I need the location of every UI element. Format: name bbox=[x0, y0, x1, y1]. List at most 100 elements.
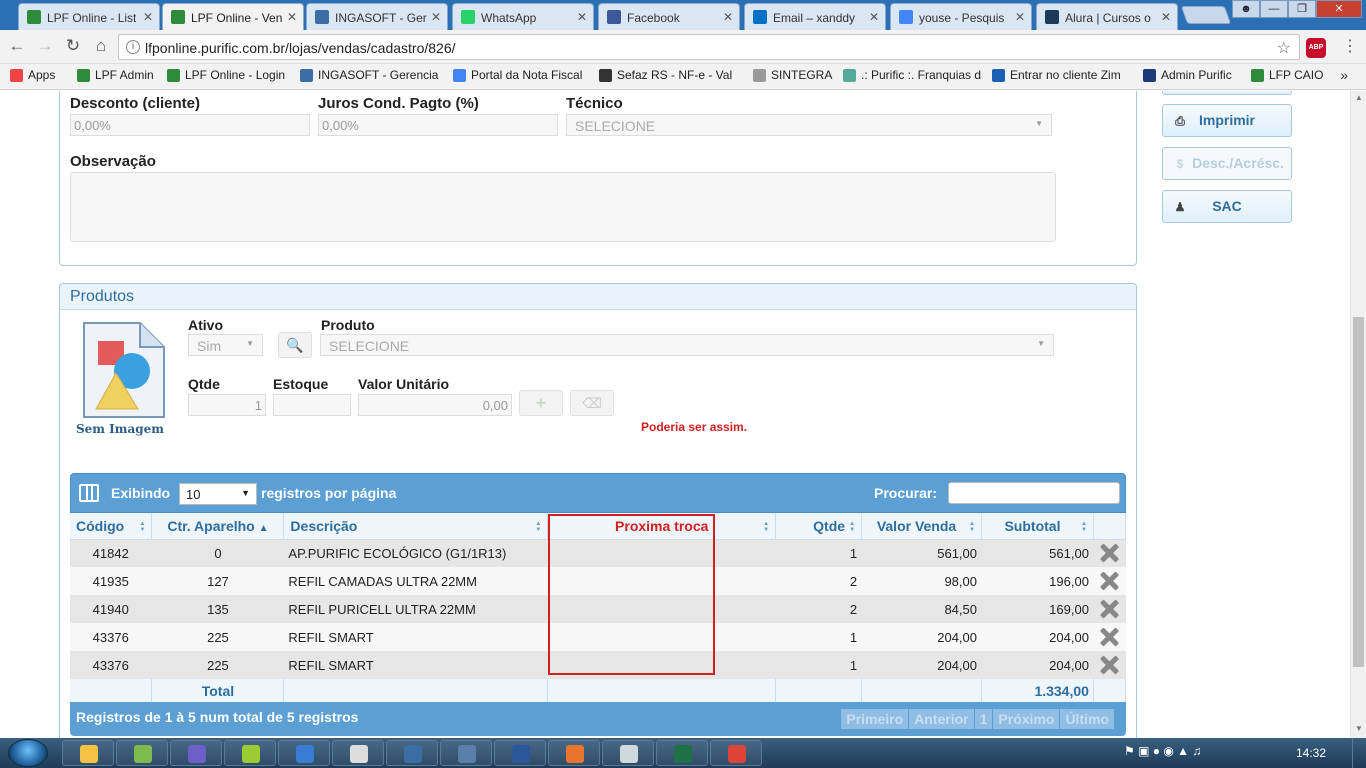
back-icon[interactable]: ← bbox=[6, 36, 28, 56]
qtde-input[interactable]: 1 bbox=[188, 394, 266, 416]
browser-tab[interactable]: Alura | Cursos o ✕ bbox=[1036, 3, 1178, 30]
tecnico-select[interactable]: SELECIONE ▼ bbox=[566, 114, 1052, 136]
page-size-select[interactable]: 10 ▼ bbox=[179, 483, 257, 505]
browser-tab[interactable]: LPF Online - Ven ✕ bbox=[162, 3, 304, 31]
pager-button[interactable]: Anterior bbox=[909, 709, 974, 729]
taskbar-app-button[interactable] bbox=[440, 740, 492, 766]
bookmark-item[interactable]: Sefaz RS - NF-e - Val bbox=[599, 68, 749, 82]
add-icon[interactable]: + bbox=[519, 390, 563, 416]
produto-select[interactable]: SELECIONE ▼ bbox=[320, 334, 1054, 356]
column-header[interactable]: Descrição ▲▼ bbox=[283, 513, 549, 540]
observacao-textarea[interactable] bbox=[70, 172, 1056, 242]
pager-button[interactable]: Primeiro bbox=[841, 709, 909, 729]
taskbar-app-button[interactable] bbox=[62, 740, 114, 766]
table-row[interactable]: 41940 135 REFIL PURICELL ULTRA 22MM 2 84,50 1… bbox=[70, 595, 1126, 623]
taskbar-app-button[interactable] bbox=[602, 740, 654, 766]
bookmark-item[interactable]: Admin Purific bbox=[1143, 68, 1253, 82]
taskbar-app-button[interactable] bbox=[332, 740, 384, 766]
info-icon[interactable]: i bbox=[126, 40, 140, 54]
scroll-up-icon[interactable]: ▲ bbox=[1351, 93, 1366, 107]
bookmark-item[interactable]: LPF Online - Login bbox=[167, 68, 297, 82]
menu-icon[interactable]: ⋮ bbox=[1342, 36, 1358, 56]
close-window-button[interactable]: ✕ bbox=[1316, 0, 1362, 18]
home-icon[interactable]: ⌂ bbox=[90, 36, 112, 56]
close-tab-icon[interactable]: ✕ bbox=[577, 10, 587, 24]
address-bar[interactable]: i lfponline.purific.com.br/lojas/vendas/… bbox=[118, 34, 1300, 60]
column-header[interactable]: Código ▲▼ bbox=[70, 513, 153, 540]
column-header[interactable]: Subtotal ▲▼ bbox=[981, 513, 1094, 540]
bookmark-item[interactable]: .: Purific :. Franquias d bbox=[843, 68, 993, 82]
close-tab-icon[interactable]: ✕ bbox=[431, 10, 441, 24]
bookmark-item[interactable]: Entrar no cliente Zim bbox=[992, 68, 1142, 82]
user-icon[interactable]: ☻ bbox=[1232, 0, 1260, 18]
delete-icon[interactable] bbox=[1099, 571, 1119, 591]
system-tray-icons[interactable]: ⚑ ▣ ● ◉ ▲ ♫ bbox=[1124, 744, 1201, 758]
close-tab-icon[interactable]: ✕ bbox=[143, 10, 153, 24]
close-tab-icon[interactable]: ✕ bbox=[287, 10, 297, 24]
ativo-select[interactable]: Sim ▼ bbox=[188, 334, 263, 356]
delete-icon[interactable] bbox=[1099, 599, 1119, 619]
column-header[interactable]: Ctr. Aparelho ▲ bbox=[151, 513, 285, 540]
taskbar-app-button[interactable] bbox=[656, 740, 708, 766]
new-tab-button[interactable] bbox=[1180, 6, 1232, 24]
column-header[interactable]: Proxima troca ▲▼ bbox=[547, 513, 777, 540]
adblock-icon[interactable]: ABP bbox=[1306, 38, 1326, 58]
more-bookmarks-icon[interactable]: » bbox=[1340, 67, 1348, 83]
bookmark-item[interactable]: Portal da Nota Fiscal bbox=[453, 68, 593, 82]
scroll-down-icon[interactable]: ▼ bbox=[1351, 724, 1366, 738]
taskbar-app-button[interactable] bbox=[548, 740, 600, 766]
taskbar-app-button[interactable] bbox=[494, 740, 546, 766]
search-input[interactable] bbox=[948, 482, 1120, 504]
bookmark-item[interactable]: SINTEGRA bbox=[753, 68, 838, 82]
table-row[interactable]: 43376 225 REFIL SMART 1 204,00 204,00 bbox=[70, 651, 1126, 679]
vertical-scrollbar[interactable]: ▲ ▼ bbox=[1350, 91, 1366, 738]
close-tab-icon[interactable]: ✕ bbox=[723, 10, 733, 24]
show-desktop-button[interactable] bbox=[1352, 738, 1366, 768]
reload-icon[interactable]: ↻ bbox=[62, 36, 84, 56]
maximize-button[interactable]: ❐ bbox=[1288, 0, 1316, 18]
taskbar-app-button[interactable] bbox=[710, 740, 762, 766]
start-button[interactable] bbox=[8, 739, 48, 767]
browser-tab[interactable]: INGASOFT - Ger ✕ bbox=[306, 3, 448, 30]
bookmark-item[interactable]: INGASOFT - Gerencia bbox=[300, 68, 450, 82]
browser-tab[interactable]: WhatsApp ✕ bbox=[452, 3, 594, 30]
column-header[interactable]: Qtde ▲▼ bbox=[775, 513, 863, 540]
table-row[interactable]: 43376 225 REFIL SMART 1 204,00 204,00 bbox=[70, 623, 1126, 651]
bookmark-item[interactable]: Apps bbox=[10, 68, 70, 82]
pager-button[interactable]: 1 bbox=[974, 709, 993, 729]
valor-unitario-input[interactable]: 0,00 bbox=[358, 394, 512, 416]
table-row[interactable]: 41842 0 AP.PURIFIC ECOLÓGICO (G1/1R13) 1 561… bbox=[70, 539, 1126, 567]
delete-icon[interactable] bbox=[1099, 627, 1119, 647]
taskbar-app-button[interactable] bbox=[116, 740, 168, 766]
pager-button[interactable]: Próximo bbox=[993, 709, 1060, 729]
delete-icon[interactable] bbox=[1099, 655, 1119, 675]
bookmark-item[interactable]: LFP CAIO bbox=[1251, 68, 1331, 82]
forward-icon[interactable]: → bbox=[34, 36, 56, 56]
browser-tab[interactable]: Email – xanddy ✕ bbox=[744, 3, 886, 30]
delete-icon[interactable] bbox=[1099, 543, 1119, 563]
close-tab-icon[interactable]: ✕ bbox=[1015, 10, 1025, 24]
pager-button[interactable]: Último bbox=[1060, 709, 1114, 729]
juros-input[interactable]: 0,00% bbox=[318, 114, 558, 136]
taskbar-app-button[interactable] bbox=[386, 740, 438, 766]
table-row[interactable]: 41935 127 REFIL CAMADAS ULTRA 22MM 2 98,00 19… bbox=[70, 567, 1126, 595]
desc-acresc-button[interactable]: $ Desc./Acrésc. bbox=[1162, 147, 1292, 180]
scrollbar-thumb[interactable] bbox=[1353, 317, 1364, 667]
trash-icon[interactable]: ⌫ bbox=[570, 390, 614, 416]
column-header[interactable]: Valor Venda ▲▼ bbox=[861, 513, 982, 540]
taskbar-app-button[interactable] bbox=[224, 740, 276, 766]
browser-tab[interactable]: LPF Online - List ✕ bbox=[18, 3, 160, 30]
browser-tab[interactable]: youse - Pesquis ✕ bbox=[890, 3, 1032, 30]
browser-tab[interactable]: Facebook ✕ bbox=[598, 3, 740, 30]
taskbar-app-button[interactable] bbox=[170, 740, 222, 766]
bookmark-star-icon[interactable]: ☆ bbox=[1277, 38, 1291, 58]
desconto-input[interactable]: 0,00% bbox=[70, 114, 310, 136]
side-button-partial[interactable] bbox=[1162, 91, 1292, 95]
close-tab-icon[interactable]: ✕ bbox=[1161, 10, 1171, 24]
sac-button[interactable]: ♟ SAC bbox=[1162, 190, 1292, 223]
minimize-button[interactable]: — bbox=[1260, 0, 1288, 18]
estoque-input[interactable] bbox=[273, 394, 351, 416]
close-tab-icon[interactable]: ✕ bbox=[869, 10, 879, 24]
taskbar-app-button[interactable] bbox=[278, 740, 330, 766]
search-product-button[interactable]: 🔍 bbox=[278, 332, 312, 358]
